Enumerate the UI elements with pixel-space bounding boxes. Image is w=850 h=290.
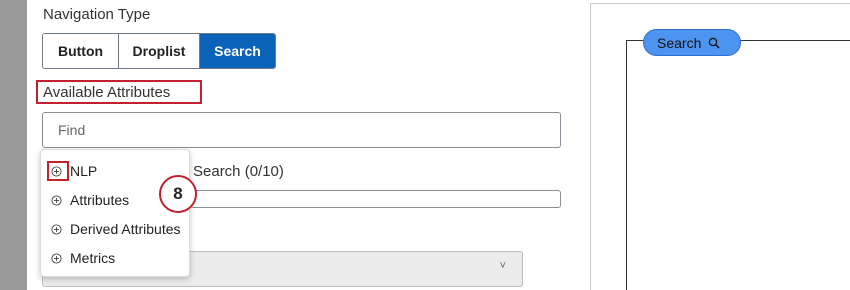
preview-widget-box <box>626 40 850 290</box>
chevron-down-icon: ˅ <box>499 260 506 272</box>
navigation-type-button-option[interactable]: Button <box>43 34 119 68</box>
dropdown-item-label: Metrics <box>70 250 116 266</box>
preview-search-button[interactable]: Search <box>643 29 741 56</box>
navigation-type-droplist-option[interactable]: Droplist <box>119 34 200 68</box>
magnifier-icon <box>709 37 720 48</box>
navigation-type-segmented-control: Button Droplist Search <box>42 33 276 69</box>
preview-search-label: Search <box>657 34 702 51</box>
dropdown-item-metrics[interactable]: Metrics <box>41 246 189 270</box>
dropdown-item-label: Derived Attributes <box>70 221 181 237</box>
search-count-label: Search (0/10) <box>193 163 284 180</box>
left-gutter <box>0 0 27 290</box>
available-attributes-dropdown: NLP Attributes Derived Attributes Metric… <box>40 149 190 277</box>
dropdown-item-label: Attributes <box>70 192 130 208</box>
step-number-badge: 8 <box>159 175 197 213</box>
navigation-type-label: Navigation Type <box>43 6 151 23</box>
dropdown-item-label: NLP <box>70 163 98 179</box>
plus-circle-icon[interactable] <box>51 223 62 235</box>
navigation-type-search-option[interactable]: Search <box>200 34 275 68</box>
plus-circle-icon[interactable] <box>51 252 62 264</box>
plus-circle-icon[interactable] <box>51 194 62 206</box>
dropdown-item-derived-attributes[interactable]: Derived Attributes <box>41 217 189 241</box>
find-input[interactable] <box>42 112 561 148</box>
available-attributes-label: Available Attributes <box>36 80 202 104</box>
nlp-expand-highlight <box>47 161 69 181</box>
search-list-box[interactable] <box>190 190 561 208</box>
